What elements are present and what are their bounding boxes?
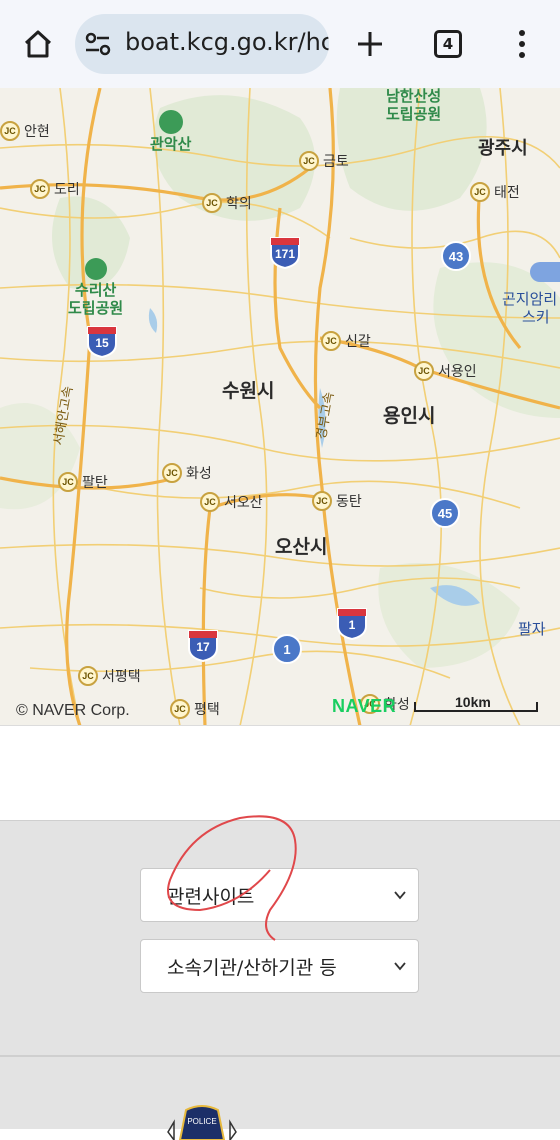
jc-icon: JC (299, 151, 319, 171)
footer-divider (0, 1055, 560, 1057)
jc-icon: JC (30, 179, 50, 199)
site-settings-icon[interactable] (83, 30, 113, 58)
jc-icon: JC (470, 182, 490, 202)
naver-logo[interactable]: NAVER (332, 696, 396, 717)
junction-marker: JC 신갈 (321, 331, 371, 351)
plus-icon (358, 32, 382, 56)
park-icon (84, 258, 107, 280)
junction-marker: JC 화성 (162, 463, 212, 483)
expressway-shield: 171 (268, 235, 302, 269)
junction-marker: JC 동탄 (312, 491, 362, 511)
jc-icon: JC (321, 331, 341, 351)
chevron-down-icon (394, 891, 406, 900)
junction-marker: JC 서오산 (200, 492, 263, 512)
junction-marker: JC 학의 (202, 193, 252, 213)
expressway-shield: 1 (335, 606, 369, 640)
map-copyright: © NAVER Corp. (16, 702, 130, 719)
park-label: 관악산 (150, 110, 191, 154)
home-button[interactable] (10, 16, 66, 72)
route-marker: 43 (441, 241, 471, 271)
browser-toolbar: boat.kcg.go.kr/hc 4 (0, 0, 560, 88)
jc-icon: JC (312, 491, 332, 511)
jc-icon: JC (200, 492, 220, 512)
jc-icon: JC (202, 193, 222, 213)
new-tab-button[interactable] (342, 16, 398, 72)
park-label: 남한산성 도립공원 (386, 88, 442, 123)
city-label: 수원시 (222, 381, 275, 402)
mountain-icon (158, 110, 183, 134)
naver-map[interactable]: 수원시 용인시 오산시 광주시 남한산성 도립공원 수리산 도립공원 관악산 J… (0, 88, 560, 726)
city-label: 오산시 (275, 537, 328, 558)
junction-marker: JC 금토 (299, 151, 349, 171)
red-annotation-scribble (167, 815, 297, 941)
address-bar[interactable]: boat.kcg.go.kr/hc (75, 14, 329, 74)
jc-icon: JC (170, 699, 190, 719)
ski-resort-icon (530, 262, 560, 282)
scale-label: 10km (455, 694, 491, 710)
city-label: 용인시 (383, 406, 436, 427)
junction-marker: JC 서평택 (78, 666, 141, 686)
jc-icon: JC (414, 361, 434, 381)
chevron-down-icon (394, 962, 406, 971)
home-icon (24, 30, 52, 58)
route-marker: 1 (272, 634, 302, 664)
poi-label: 스키 (522, 309, 550, 326)
expressway-shield: 17 (186, 628, 220, 662)
junction-marker: JC 안현 (0, 121, 50, 141)
menu-button[interactable] (494, 16, 550, 72)
jc-icon: JC (78, 666, 98, 686)
tab-switcher-button[interactable]: 4 (420, 16, 476, 72)
park-label: 수리산 도립공원 (68, 258, 123, 318)
more-vert-icon (519, 30, 525, 58)
junction-marker: JC 태전 (470, 182, 520, 202)
route-marker: 45 (430, 498, 460, 528)
junction-marker: JC 서용인 (414, 361, 477, 381)
jc-icon: JC (58, 472, 78, 492)
jc-icon: JC (0, 121, 20, 141)
poi-label: 팔자 (518, 621, 546, 638)
junction-marker: JC 평택 (170, 699, 220, 719)
jc-icon: JC (162, 463, 182, 483)
city-label: 광주시 (478, 138, 528, 158)
logo-text: POLICE (187, 1117, 216, 1126)
junction-marker: JC 도리 (30, 179, 80, 199)
tab-count: 4 (434, 30, 462, 58)
expressway-shield: 15 (85, 324, 119, 358)
coast-guard-logo: POLICE (167, 1105, 237, 1140)
url-text[interactable]: boat.kcg.go.kr/hc (125, 28, 329, 56)
affiliated-agencies-label: 소속기관/산하기관 등 (167, 956, 337, 979)
junction-marker: JC 팔탄 (58, 472, 108, 492)
